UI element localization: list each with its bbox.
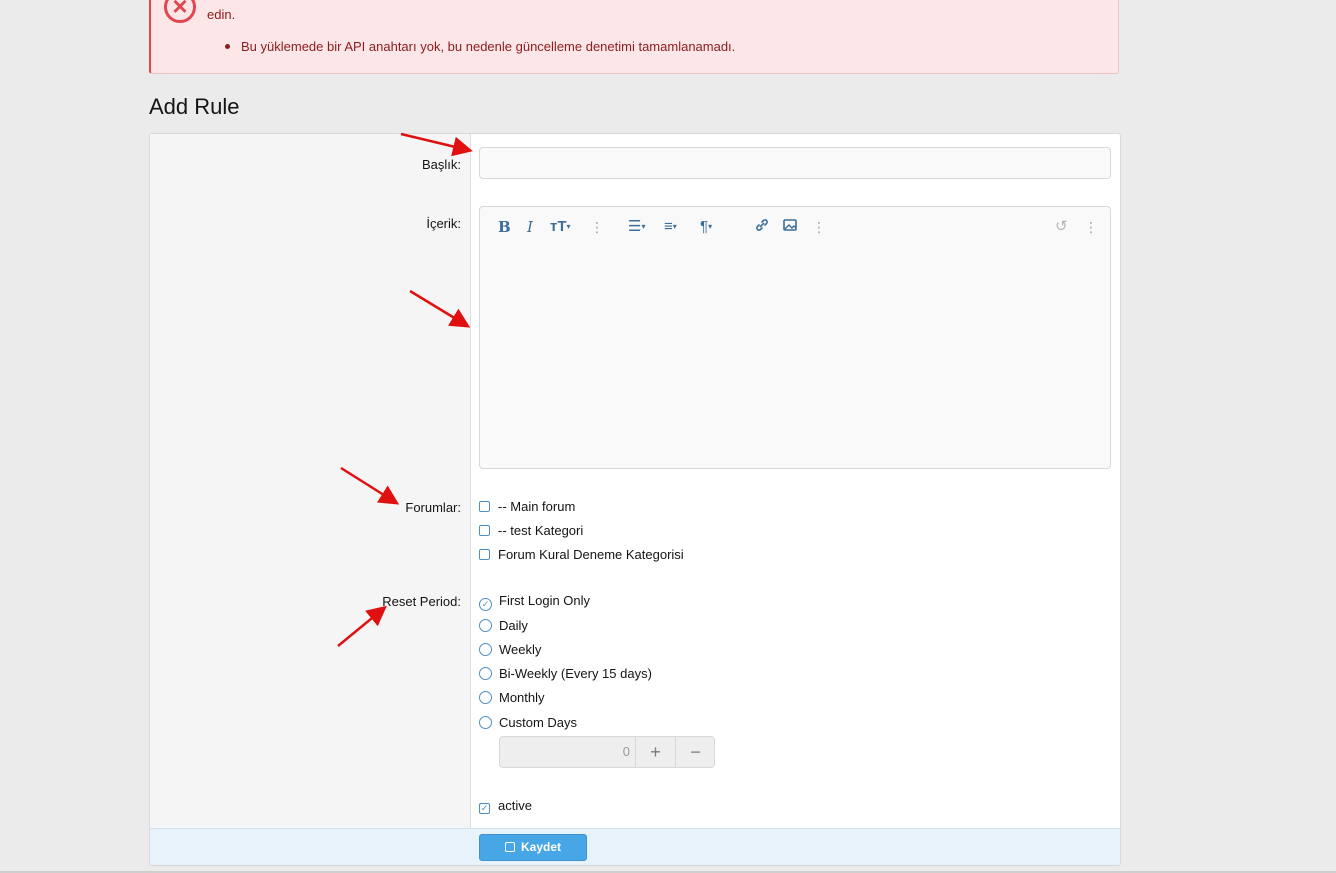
forums-label: Forumlar: [405,500,461,515]
reset-period-label: Reset Period: [382,594,461,609]
radio-icon [479,619,492,632]
form-footer: Kaydet [150,828,1120,865]
checkbox-icon [479,549,490,560]
save-button[interactable]: Kaydet [479,834,587,861]
radio-monthly[interactable]: Monthly [479,690,545,708]
list-icon[interactable]: ☰▾ [628,217,645,237]
decrement-button[interactable]: − [676,737,714,767]
error-x-icon: × [164,0,196,23]
more-insert-options-icon[interactable]: ⋮ [812,217,826,237]
page-title: Add Rule [149,94,240,119]
radio-daily[interactable]: Daily [479,618,528,636]
title-label: Başlık: [421,157,461,172]
forum-checkbox-test[interactable]: -- test Kategori [479,523,583,541]
text-size-icon[interactable]: тT▾ [550,217,571,237]
title-input[interactable] [479,147,1111,179]
checkbox-icon [479,501,490,512]
save-icon [504,842,515,852]
checkbox-icon [479,525,490,536]
image-icon[interactable] [782,217,798,237]
radio-bi-weekly[interactable]: Bi-Weekly (Every 15 days) [479,666,652,684]
radio-checked-icon: ✓ [479,598,492,611]
forum-checkbox-main[interactable]: -- Main forum [479,499,575,517]
error-list-item: Bu yüklemede bir API anahtarı yok, bu ne… [221,39,735,54]
italic-icon[interactable]: I [527,217,533,237]
radio-first-login[interactable]: ✓ First Login Only [479,593,590,611]
forum-checkbox-kural[interactable]: Forum Kural Deneme Kategorisi [479,547,684,565]
error-list: Bu yüklemede bir API anahtarı yok, bu ne… [221,39,735,54]
radio-icon [479,691,492,704]
paragraph-icon[interactable]: ¶▾ [700,217,712,237]
radio-icon [479,667,492,680]
radio-icon [479,643,492,656]
checkbox-checked-icon: ✓ [479,803,490,814]
custom-days-stepper[interactable]: 0 + − [499,736,715,768]
radio-icon [479,716,492,729]
error-block: × edin. Bu yüklemede bir API anahtarı yo… [149,0,1119,74]
undo-icon[interactable]: ↺ [1055,217,1068,237]
add-rule-form: Başlık: İçerik: B I тT▾ ⋮ ☰▾ ≡▾ ¶▾ ⋮ ↺ ⋮… [149,133,1121,866]
content-label: İçerik: [426,216,461,231]
link-icon[interactable] [754,217,770,237]
editor-more-icon[interactable]: ⋮ [1084,217,1098,237]
align-icon[interactable]: ≡▾ [664,217,677,237]
increment-button[interactable]: + [636,737,676,767]
error-tail-text: edin. [207,7,236,22]
active-checkbox[interactable]: ✓ active [479,798,532,816]
bold-icon[interactable]: B [498,217,511,237]
radio-weekly[interactable]: Weekly [479,642,541,660]
radio-custom-days[interactable]: Custom Days [479,715,577,733]
label-column [150,134,471,828]
custom-days-input[interactable]: 0 [500,737,636,767]
more-text-options-icon[interactable]: ⋮ [590,217,604,237]
content-editor[interactable]: B I тT▾ ⋮ ☰▾ ≡▾ ¶▾ ⋮ ↺ ⋮ [479,206,1111,469]
